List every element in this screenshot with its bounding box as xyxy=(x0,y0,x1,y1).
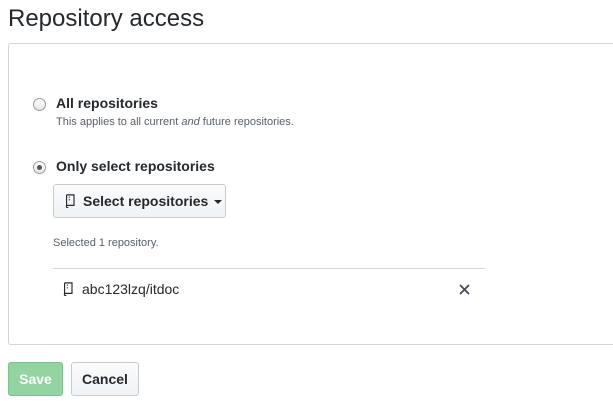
selected-repository-list: abc123lzq/itdoc xyxy=(53,268,485,309)
close-icon xyxy=(459,284,469,294)
repo-icon xyxy=(63,282,73,296)
selected-count-text: Selected 1 repository. xyxy=(53,237,159,249)
radio-only-select-repositories-input[interactable] xyxy=(33,161,46,174)
save-button[interactable]: Save xyxy=(8,362,63,396)
select-repositories-button[interactable]: Select repositories xyxy=(53,184,226,218)
radio-all-repositories-input[interactable] xyxy=(33,98,46,111)
list-item: abc123lzq/itdoc xyxy=(53,269,485,309)
radio-all-repositories[interactable]: All repositories This applies to all cur… xyxy=(33,95,294,128)
repo-icon xyxy=(65,194,75,208)
radio-only-select-repositories[interactable]: Only select repositories xyxy=(33,158,215,174)
select-repositories-label: Select repositories xyxy=(83,193,209,209)
radio-all-repositories-label: All repositories xyxy=(56,95,158,111)
radio-all-repositories-note: This applies to all current and future r… xyxy=(56,116,294,128)
radio-only-select-repositories-label: Only select repositories xyxy=(56,158,215,174)
remove-repository-button[interactable] xyxy=(457,282,471,296)
repository-name: abc123lzq/itdoc xyxy=(82,281,180,297)
repository-access-panel: All repositories This applies to all cur… xyxy=(8,43,613,345)
caret-down-icon xyxy=(214,200,223,204)
cancel-button[interactable]: Cancel xyxy=(71,362,139,396)
page-title: Repository access xyxy=(8,5,205,32)
